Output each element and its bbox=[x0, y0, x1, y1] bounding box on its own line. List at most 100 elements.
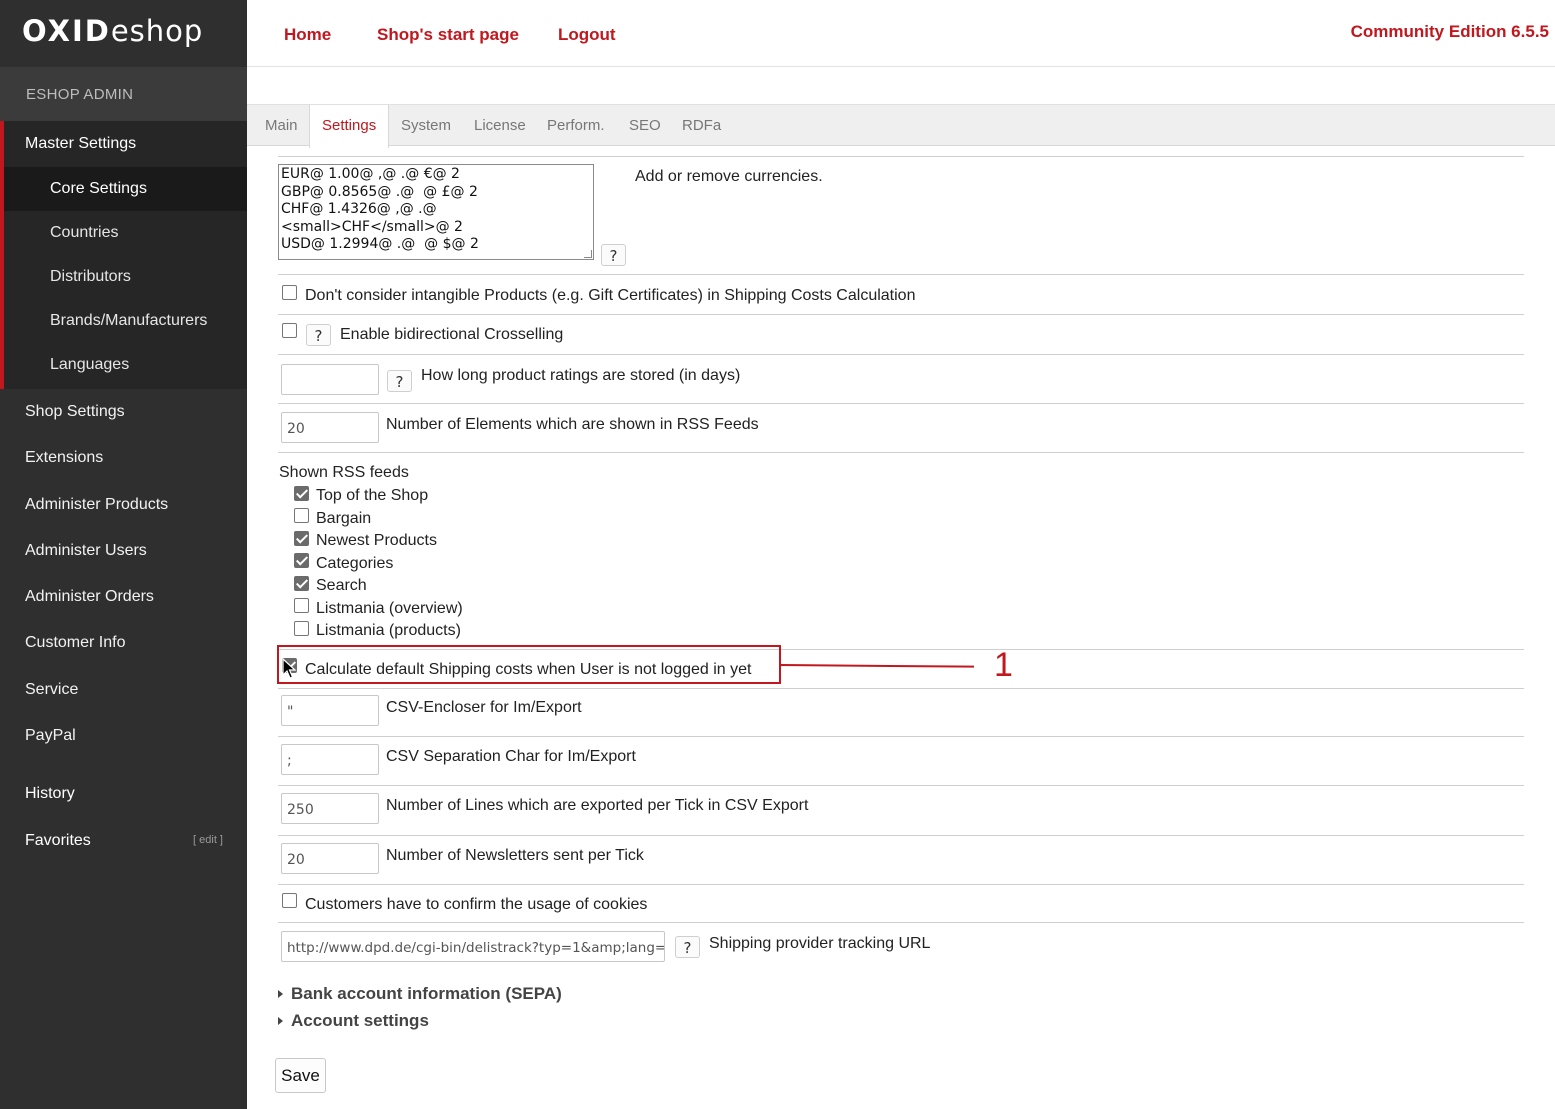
tab-perform[interactable]: Perform. bbox=[547, 105, 605, 147]
crossselling-checkbox[interactable] bbox=[282, 323, 297, 338]
divider bbox=[278, 736, 1524, 737]
menu-master-settings[interactable]: Master Settings bbox=[4, 121, 247, 167]
tracking-url-input[interactable]: http://www.dpd.de/cgi-bin/delistrack?typ… bbox=[281, 931, 665, 962]
divider bbox=[278, 688, 1524, 689]
newsletters-input[interactable]: 20 bbox=[281, 843, 379, 874]
tab-license[interactable]: License bbox=[474, 105, 526, 147]
annotation-number: 1 bbox=[994, 646, 1013, 684]
rss-listmania-overview-checkbox[interactable] bbox=[294, 598, 309, 613]
home-link[interactable]: Home bbox=[284, 25, 331, 45]
intangible-products-checkbox[interactable] bbox=[282, 285, 297, 300]
account-settings-section-toggle[interactable]: Account settings bbox=[291, 1011, 429, 1031]
annotation-highlight-box bbox=[277, 645, 781, 684]
save-button[interactable]: Save bbox=[275, 1058, 326, 1093]
expand-triangle-icon bbox=[278, 1017, 283, 1025]
bank-account-section-toggle[interactable]: Bank account information (SEPA) bbox=[291, 984, 562, 1004]
menu-shop-settings[interactable]: Shop Settings bbox=[0, 389, 247, 435]
oxid-logo[interactable]: OXIDeshop bbox=[0, 0, 247, 67]
tab-seo[interactable]: SEO bbox=[629, 105, 661, 147]
rss-bargain-checkbox[interactable] bbox=[294, 508, 309, 523]
divider bbox=[278, 354, 1524, 355]
menu-languages[interactable]: Languages bbox=[4, 343, 247, 389]
csv-encloser-input[interactable]: " bbox=[281, 695, 379, 726]
currencies-label: Add or remove currencies. bbox=[635, 168, 823, 185]
menu-history[interactable]: History bbox=[0, 771, 247, 817]
menu-brands-manufacturers[interactable]: Brands/Manufacturers bbox=[4, 299, 247, 343]
menu-administer-users[interactable]: Administer Users bbox=[0, 528, 247, 574]
menu-paypal[interactable]: PayPal bbox=[0, 713, 247, 759]
menu-countries[interactable]: Countries bbox=[4, 211, 247, 255]
tab-settings[interactable]: Settings bbox=[309, 105, 390, 148]
rss-count-input[interactable]: 20 bbox=[281, 412, 379, 443]
edition-label: Community Edition 6.5.5 bbox=[1350, 22, 1549, 41]
menu-administer-products[interactable]: Administer Products bbox=[0, 482, 247, 528]
cookies-label: Customers have to confirm the usage of c… bbox=[305, 896, 648, 913]
rss-newest-products-checkbox[interactable] bbox=[294, 531, 309, 546]
divider bbox=[278, 785, 1524, 786]
tab-system[interactable]: System bbox=[401, 105, 451, 147]
divider bbox=[278, 403, 1524, 404]
tab-bar: Main Settings System License Perform. SE… bbox=[247, 104, 1555, 148]
menu-service[interactable]: Service bbox=[0, 667, 247, 713]
crossselling-label: Enable bidirectional Crosselling bbox=[340, 326, 564, 343]
rss-categories-label: Categories bbox=[316, 555, 394, 572]
sidebar: OXIDeshop ESHOP ADMIN Master Settings Co… bbox=[0, 0, 247, 1109]
csv-encloser-label: CSV-Encloser for Im/Export bbox=[386, 699, 582, 716]
ratings-days-label: How long product ratings are stored (in … bbox=[421, 367, 741, 384]
rss-feeds-title: Shown RSS feeds bbox=[279, 464, 409, 481]
rss-listmania-products-label: Listmania (products) bbox=[316, 622, 461, 639]
master-settings-group: Master Settings Core Settings Countries … bbox=[0, 121, 247, 389]
menu-customer-info[interactable]: Customer Info bbox=[0, 620, 247, 666]
rss-newest-products-label: Newest Products bbox=[316, 532, 437, 549]
logo-text-light: eshop bbox=[110, 14, 204, 48]
currencies-textarea[interactable]: EUR@ 1.00@ ,@ .@ €@ 2 GBP@ 0.8565@ .@ @ … bbox=[278, 164, 594, 260]
csv-separator-input[interactable]: ; bbox=[281, 744, 379, 775]
csv-separator-label: CSV Separation Char for Im/Export bbox=[386, 748, 636, 765]
rss-listmania-overview-label: Listmania (overview) bbox=[316, 600, 463, 617]
top-navigation: Home Shop's start page Logout Community … bbox=[247, 0, 1555, 67]
menu-core-settings[interactable]: Core Settings bbox=[4, 167, 247, 211]
cookies-checkbox[interactable] bbox=[282, 893, 297, 908]
divider bbox=[278, 452, 1524, 453]
logout-link[interactable]: Logout bbox=[558, 25, 616, 45]
eshop-admin-label: ESHOP ADMIN bbox=[0, 67, 247, 121]
crossselling-help-button[interactable]: ? bbox=[306, 324, 331, 346]
csv-lines-input[interactable]: 250 bbox=[281, 793, 379, 824]
rss-listmania-products-checkbox[interactable] bbox=[294, 621, 309, 636]
divider bbox=[278, 156, 1524, 157]
rss-top-shop-checkbox[interactable] bbox=[294, 486, 309, 501]
mouse-cursor-icon bbox=[282, 658, 297, 679]
rss-search-label: Search bbox=[316, 577, 367, 594]
tab-rdfa[interactable]: RDFa bbox=[682, 105, 721, 147]
ratings-days-input[interactable] bbox=[281, 364, 379, 395]
rss-bargain-label: Bargain bbox=[316, 510, 372, 527]
favorites-edit-link[interactable]: [ edit ] bbox=[193, 834, 223, 846]
currencies-help-button[interactable]: ? bbox=[601, 244, 626, 266]
tracking-url-help-button[interactable]: ? bbox=[675, 936, 700, 958]
favorites-label: Favorites bbox=[25, 831, 91, 849]
expand-triangle-icon bbox=[278, 990, 283, 998]
tracking-url-label: Shipping provider tracking URL bbox=[709, 935, 931, 952]
divider bbox=[278, 314, 1524, 315]
resize-grip-icon[interactable] bbox=[584, 250, 592, 258]
divider bbox=[278, 884, 1524, 885]
divider bbox=[278, 835, 1524, 836]
menu-favorites[interactable]: Favorites [ edit ] bbox=[0, 818, 247, 864]
rss-count-label: Number of Elements which are shown in RS… bbox=[386, 416, 759, 433]
menu-extensions[interactable]: Extensions bbox=[0, 435, 247, 481]
shop-start-page-link[interactable]: Shop's start page bbox=[377, 25, 519, 45]
settings-content: EUR@ 1.00@ ,@ .@ €@ 2 GBP@ 0.8565@ .@ @ … bbox=[247, 146, 1555, 1109]
rss-categories-checkbox[interactable] bbox=[294, 553, 309, 568]
divider bbox=[278, 922, 1524, 923]
rss-top-shop-label: Top of the Shop bbox=[316, 487, 429, 504]
ratings-help-button[interactable]: ? bbox=[387, 370, 412, 392]
rss-search-checkbox[interactable] bbox=[294, 576, 309, 591]
intangible-products-label: Don't consider intangible Products (e.g.… bbox=[305, 287, 916, 304]
menu-administer-orders[interactable]: Administer Orders bbox=[0, 574, 247, 620]
csv-lines-label: Number of Lines which are exported per T… bbox=[386, 797, 809, 814]
newsletters-label: Number of Newsletters sent per Tick bbox=[386, 847, 644, 864]
menu-distributors[interactable]: Distributors bbox=[4, 255, 247, 299]
tab-main[interactable]: Main bbox=[265, 105, 298, 147]
logo-text-bold: OXID bbox=[22, 14, 111, 48]
divider bbox=[278, 274, 1524, 275]
